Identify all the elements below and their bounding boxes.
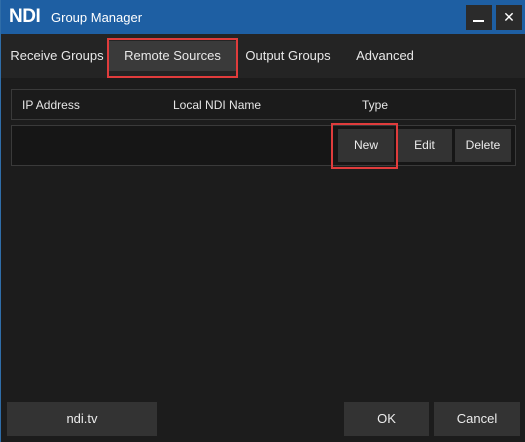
cancel-button[interactable]: Cancel — [434, 402, 520, 436]
ndi-tv-link-button[interactable]: ndi.tv — [7, 402, 157, 436]
tab-advanced[interactable]: Advanced — [341, 41, 429, 71]
new-button[interactable]: New — [338, 129, 394, 162]
table-header: IP Address Local NDI Name Type — [11, 89, 516, 120]
remote-sources-panel: IP Address Local NDI Name Type New Edit … — [1, 78, 525, 396]
column-header-ip-address[interactable]: IP Address — [22, 98, 80, 112]
close-icon: ✕ — [503, 9, 515, 25]
tab-receive-groups[interactable]: Receive Groups — [9, 41, 105, 71]
delete-button[interactable]: Delete — [455, 129, 511, 162]
ndi-logo: NDI — [9, 6, 41, 27]
edit-button[interactable]: Edit — [397, 129, 452, 162]
minimize-button[interactable] — [466, 5, 492, 30]
title-bar[interactable]: NDI Group Manager ✕ — [1, 0, 525, 34]
column-header-type[interactable]: Type — [362, 98, 388, 112]
window-title: Group Manager — [51, 10, 143, 25]
ok-button[interactable]: OK — [344, 402, 429, 436]
tab-remote-sources[interactable]: Remote Sources — [109, 41, 236, 71]
footer: ndi.tv OK Cancel — [1, 396, 525, 442]
column-header-local-ndi-name[interactable]: Local NDI Name — [173, 98, 261, 112]
tab-bar: Receive Groups Remote Sources Output Gro… — [1, 34, 525, 78]
tab-output-groups[interactable]: Output Groups — [240, 41, 336, 71]
close-button[interactable]: ✕ — [496, 5, 522, 30]
minimize-icon — [473, 20, 484, 22]
group-manager-window: NDI Group Manager ✕ Receive Groups Remot… — [0, 0, 525, 442]
table-row[interactable]: New Edit Delete — [11, 125, 516, 166]
